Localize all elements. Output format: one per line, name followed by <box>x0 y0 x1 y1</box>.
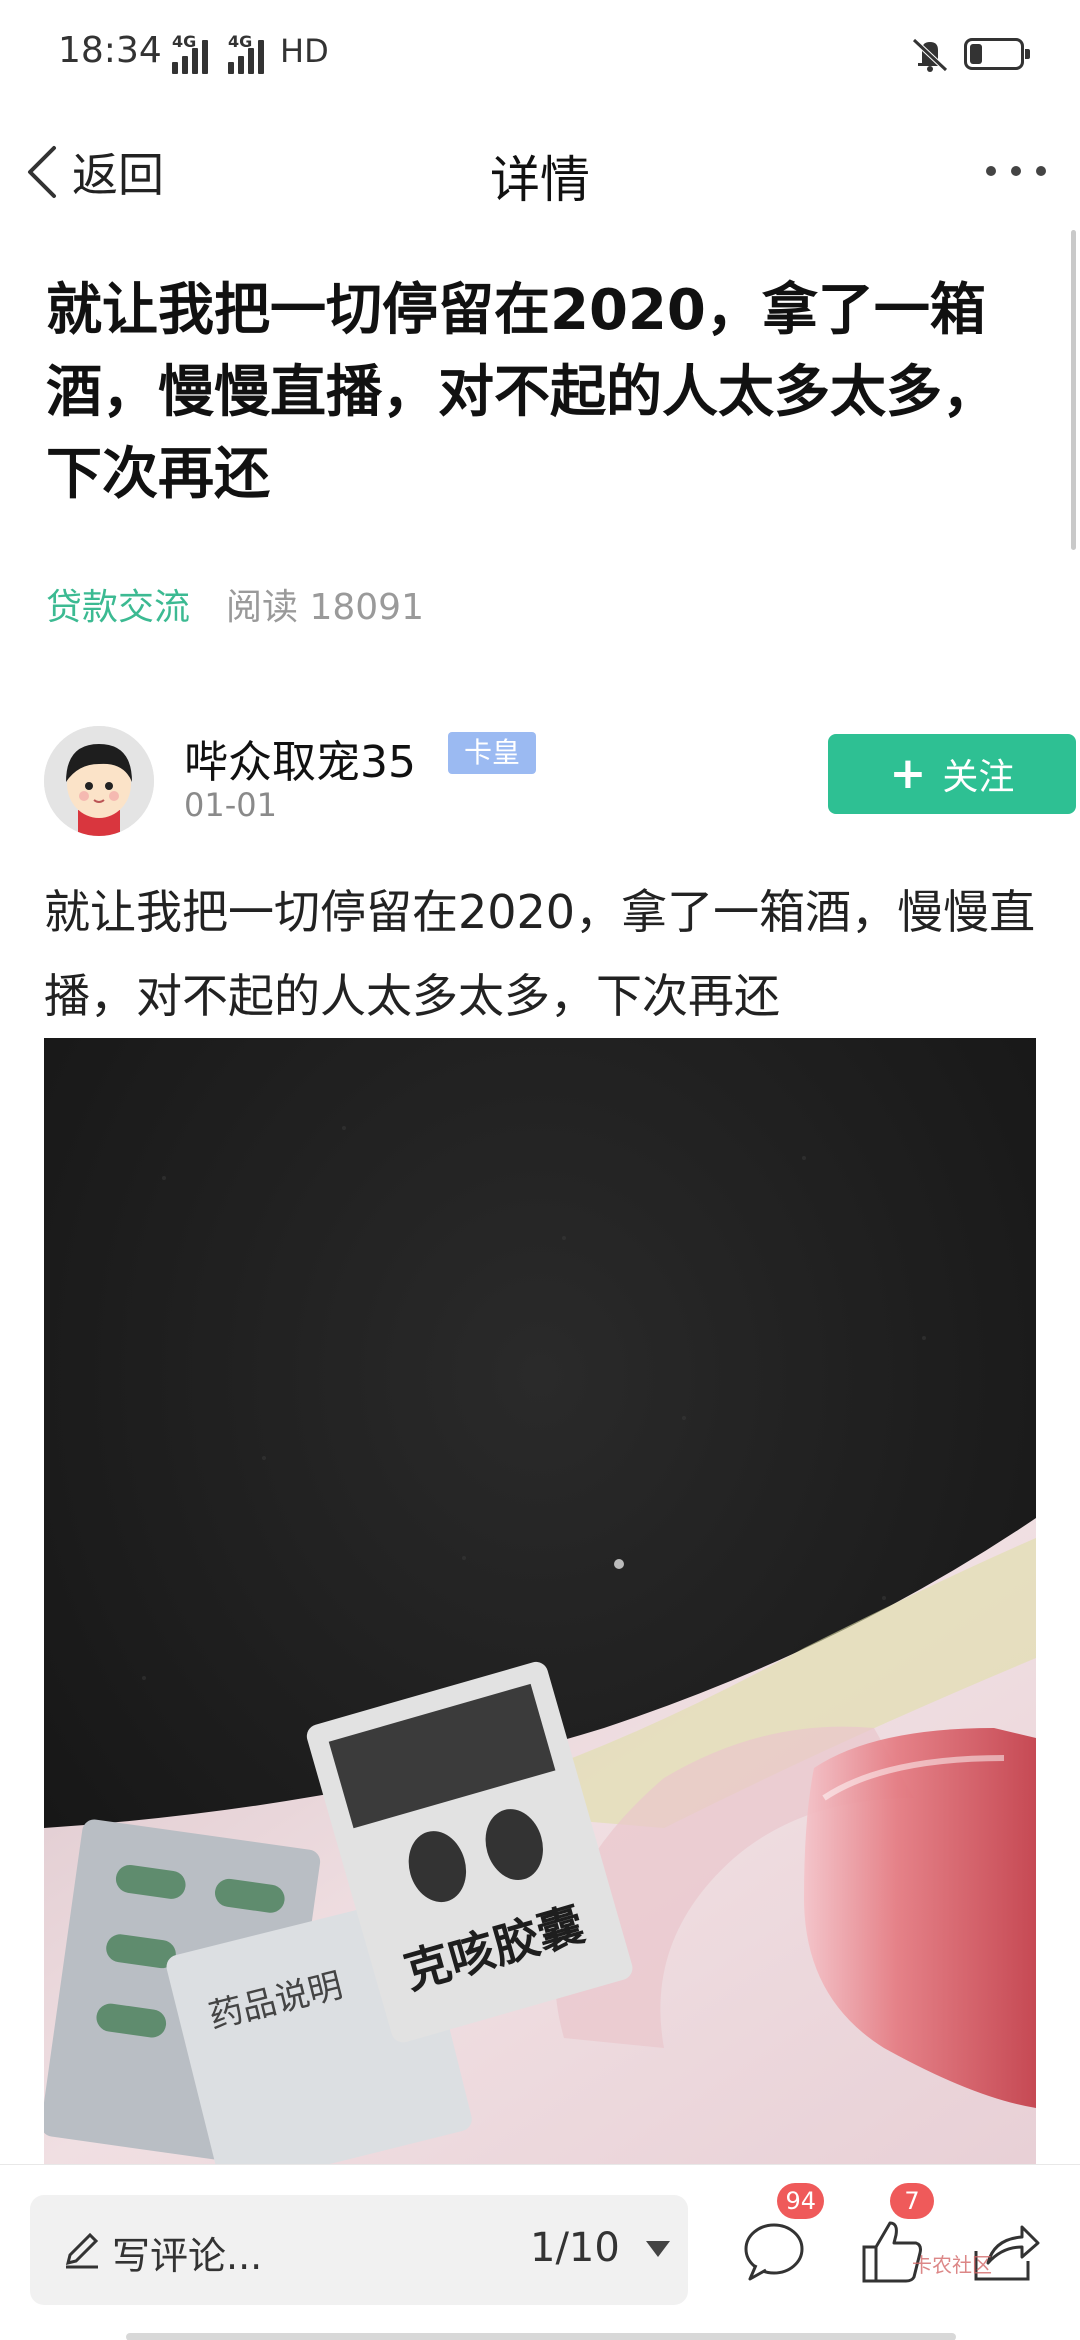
signal-icon: 4G <box>172 32 208 74</box>
avatar-cartoon-icon <box>44 726 154 836</box>
category-link[interactable]: 贷款交流 <box>46 578 190 630</box>
post-date: 01-01 <box>184 786 277 824</box>
post-photo: 药品说明 克咳胶囊 <box>44 1038 1036 2164</box>
battery-icon <box>964 38 1030 70</box>
avatar[interactable] <box>44 726 154 836</box>
author-name[interactable]: 哔众取宠35 <box>184 726 416 790</box>
plus-icon: + <box>889 748 927 799</box>
bottom-action-bar: 写评论... 1/10 94 7 卡农社区 <box>0 2164 1080 2340</box>
chevron-down-icon[interactable] <box>644 2239 672 2259</box>
like-count: 7 <box>890 2183 934 2219</box>
comment-input[interactable]: 写评论... 1/10 <box>30 2195 688 2305</box>
nav-bar: 返回 详情 <box>0 110 1080 240</box>
watermark: 卡农社区 <box>912 2253 992 2277</box>
comment-placeholder: 写评论... <box>112 2234 263 2278</box>
author-row: 哔众取宠35 卡皇 01-01 + 关注 <box>44 726 1076 836</box>
post-image[interactable]: 药品说明 克咳胶囊 <box>44 1038 1036 2164</box>
hd-indicator: HD <box>280 32 329 70</box>
post-meta: 贷款交流 阅读 18091 <box>46 578 424 630</box>
post-body: 就让我把一切停留在2020，拿了一箱酒，慢慢直播，对不起的人太多太多，下次再还 <box>44 885 1036 1023</box>
comment-count: 94 <box>777 2183 824 2219</box>
status-bar: 18:34 4G 4G HD <box>0 0 1080 110</box>
post-title: 就让我把一切停留在2020，拿了一箱酒，慢慢直播，对不起的人太多太多，下次再还 <box>46 278 998 507</box>
bell-off-icon <box>912 38 948 72</box>
page-title: 详情 <box>490 151 590 209</box>
status-time: 18:34 <box>58 30 162 71</box>
more-dots-icon[interactable] <box>986 146 1046 196</box>
follow-label: 关注 <box>942 757 1015 798</box>
follow-button[interactable]: + 关注 <box>828 734 1076 814</box>
pen-icon <box>65 2232 99 2269</box>
page-indicator[interactable]: 1/10 <box>530 2225 620 2271</box>
author-badge: 卡皇 <box>448 732 537 774</box>
signal-icon-2: 4G <box>228 32 264 74</box>
comment-button[interactable]: 94 <box>734 2183 824 2291</box>
comment-icon <box>744 2223 804 2281</box>
scrollbar[interactable] <box>1071 230 1076 550</box>
read-count: 阅读 18091 <box>226 587 424 628</box>
home-indicator[interactable] <box>126 2333 956 2340</box>
